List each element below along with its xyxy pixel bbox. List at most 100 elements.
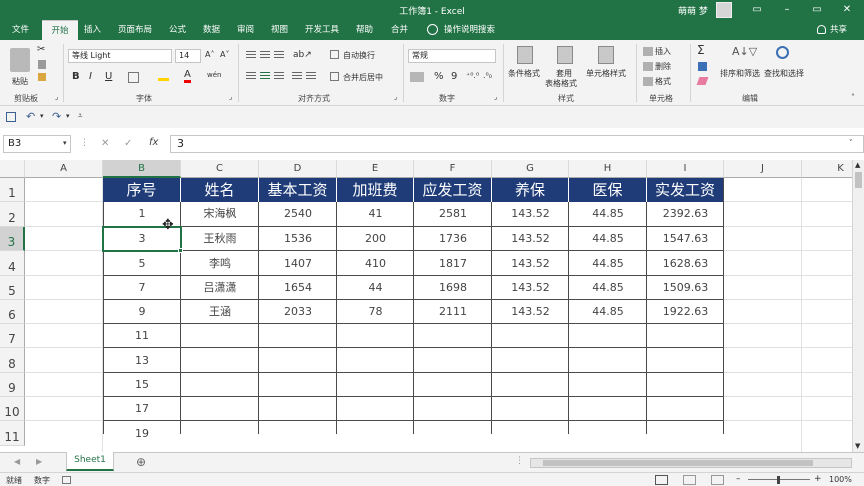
column-header-i[interactable]: I <box>647 160 724 178</box>
phonetic-button[interactable]: wén <box>207 71 221 79</box>
table-cell[interactable]: 李鸣 <box>181 251 259 276</box>
table-cell[interactable]: 11 <box>103 324 181 348</box>
font-name-select[interactable]: 等线 Light <box>68 49 172 63</box>
merge-center-icon[interactable] <box>330 72 339 81</box>
next-sheet-icon[interactable]: ▶ <box>36 457 42 466</box>
table-cell[interactable]: 143.52 <box>492 251 569 276</box>
customize-qat-icon[interactable]: ⩡ <box>78 111 83 121</box>
page-break-view-icon[interactable] <box>711 475 724 485</box>
column-header-b[interactable]: B <box>103 160 181 178</box>
italic-button[interactable]: I <box>89 71 92 82</box>
table-header-cell[interactable]: 加班费 <box>337 178 414 202</box>
insert-cells-button[interactable]: 插入 <box>655 46 671 57</box>
row-header[interactable]: 7 <box>0 324 25 348</box>
scroll-thumb[interactable] <box>855 172 862 188</box>
table-cell[interactable]: 13 <box>103 348 181 373</box>
align-center-icon[interactable] <box>260 72 270 81</box>
font-size-select[interactable]: 14 <box>175 49 201 63</box>
table-cell[interactable]: 143.52 <box>492 202 569 226</box>
tab-help[interactable]: 帮助 <box>356 20 373 40</box>
formula-input[interactable]: 3 <box>170 135 864 153</box>
table-cell[interactable]: 410 <box>337 251 414 276</box>
table-header-cell[interactable]: 实发工资 <box>647 178 724 202</box>
table-cell[interactable]: 19 <box>103 421 181 446</box>
row-header[interactable]: 8 <box>0 348 25 373</box>
wrap-text-button[interactable]: 自动换行 <box>343 50 375 61</box>
table-cell[interactable]: 王涵 <box>181 300 259 324</box>
font-launcher-icon[interactable]: ⌟ <box>229 93 232 101</box>
enter-icon[interactable]: ✓ <box>124 138 132 149</box>
table-cell[interactable]: 2540 <box>259 202 337 226</box>
column-header-h[interactable]: H <box>569 160 647 178</box>
undo-dropdown-icon[interactable]: ▾ <box>40 112 44 120</box>
avatar[interactable] <box>716 2 732 18</box>
table-header-cell[interactable]: 应发工资 <box>414 178 492 202</box>
add-sheet-icon[interactable]: ⊕ <box>136 455 146 469</box>
copy-icon[interactable] <box>38 60 46 69</box>
format-as-table-label-2[interactable]: 表格格式 <box>545 78 577 89</box>
table-cell[interactable]: 1922.63 <box>647 300 724 324</box>
row-header[interactable]: 1 <box>0 178 25 202</box>
currency-icon[interactable] <box>410 72 424 82</box>
tab-review[interactable]: 审阅 <box>237 20 254 40</box>
collapse-ribbon-icon[interactable]: ˄ <box>851 93 855 102</box>
redo-icon[interactable]: ↷ <box>52 110 61 123</box>
save-icon[interactable] <box>6 112 16 122</box>
delete-cells-button[interactable]: 删除 <box>655 61 671 72</box>
table-cell[interactable]: 吕潇潇 <box>181 276 259 300</box>
find-select-icon[interactable] <box>776 46 789 59</box>
tell-me-search[interactable]: 操作说明搜索 <box>444 20 495 40</box>
table-header-cell[interactable]: 养保 <box>492 178 569 202</box>
table-cell[interactable]: 143.52 <box>492 276 569 300</box>
table-cell[interactable]: 2033 <box>259 300 337 324</box>
number-format-select[interactable]: 常规 <box>408 49 496 63</box>
undo-icon[interactable]: ↶ <box>26 110 35 123</box>
table-cell[interactable]: 1654 <box>259 276 337 300</box>
table-cell[interactable]: 41 <box>337 202 414 226</box>
row-header[interactable]: 9 <box>0 373 25 397</box>
bold-button[interactable]: B <box>72 71 80 82</box>
row-header[interactable]: 11 <box>0 421 25 446</box>
table-cell[interactable]: 200 <box>337 227 414 251</box>
format-cells-button[interactable]: 格式 <box>655 76 671 87</box>
tab-formulas[interactable]: 公式 <box>169 20 186 40</box>
table-cell[interactable]: 宋海枫 <box>181 202 259 226</box>
border-icon[interactable] <box>128 72 139 83</box>
cut-icon[interactable]: ✂ <box>37 44 45 55</box>
ribbon-display-options-icon[interactable]: ▭ <box>742 0 772 20</box>
tab-developer[interactable]: 开发工具 <box>305 20 339 40</box>
conditional-format-button[interactable]: 条件格式 <box>508 68 540 79</box>
table-cell[interactable]: 2581 <box>414 202 492 226</box>
font-color-button[interactable]: A <box>184 69 191 83</box>
number-launcher-icon[interactable]: ⌟ <box>494 93 497 101</box>
row-header[interactable]: 5 <box>0 276 25 300</box>
table-cell[interactable]: 1628.63 <box>647 251 724 276</box>
autosum-icon[interactable]: Σ <box>697 43 705 57</box>
clear-icon[interactable] <box>696 77 709 85</box>
align-left-icon[interactable] <box>246 72 256 81</box>
orientation-icon[interactable]: ab↗ <box>293 50 312 60</box>
tab-file[interactable]: 文件 <box>12 20 29 40</box>
share-button[interactable]: 共享 <box>830 20 847 40</box>
table-cell[interactable]: 9 <box>103 300 181 324</box>
table-cell[interactable]: 78 <box>337 300 414 324</box>
tab-insert[interactable]: 插入 <box>84 20 101 40</box>
column-header-a[interactable]: A <box>25 160 103 178</box>
horizontal-scrollbar[interactable] <box>530 458 852 468</box>
table-cell[interactable]: 44.85 <box>569 276 647 300</box>
insert-function-icon[interactable]: fx <box>149 137 158 148</box>
table-header-cell[interactable]: 医保 <box>569 178 647 202</box>
increase-font-button[interactable]: A˄ <box>205 50 214 59</box>
table-cell[interactable]: 44.85 <box>569 300 647 324</box>
increase-indent-icon[interactable] <box>306 72 316 81</box>
column-header-c[interactable]: C <box>181 160 259 178</box>
column-header-f[interactable]: F <box>414 160 492 178</box>
zoom-out-button[interactable]: – <box>736 474 741 484</box>
increase-decimal-button[interactable]: ⁺⁰.⁰ <box>466 71 479 80</box>
align-right-icon[interactable] <box>274 72 284 81</box>
format-cells-icon[interactable] <box>643 77 653 86</box>
zoom-slider-thumb[interactable] <box>777 476 780 484</box>
tab-data[interactable]: 数据 <box>203 20 220 40</box>
table-cell[interactable]: 44.85 <box>569 251 647 276</box>
redo-dropdown-icon[interactable]: ▾ <box>66 112 70 120</box>
